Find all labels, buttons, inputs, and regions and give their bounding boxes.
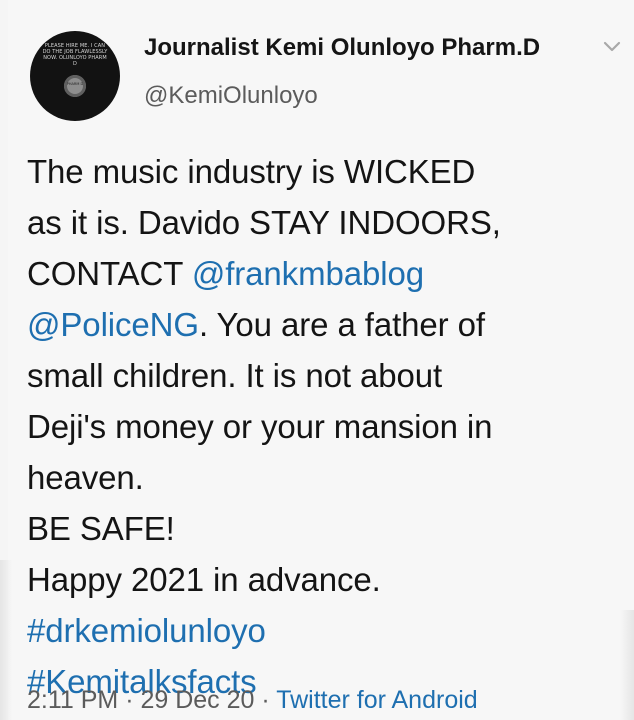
chevron-down-icon[interactable] (601, 36, 623, 58)
tweet-metadata: 2:11 PM · 29 Dec 20 · Twitter for Androi… (27, 686, 478, 715)
author-handle[interactable]: @KemiOlunloyo (144, 82, 318, 110)
right-edge-shadow (620, 610, 634, 720)
tweet-line-9: Happy 2021 in advance. (27, 561, 381, 598)
tweet-line-8: BE SAFE! (27, 510, 175, 547)
author-display-name[interactable]: Journalist Kemi Olunloyo Pharm.D (144, 34, 540, 62)
avatar-seal-text: PHARM D (66, 82, 84, 86)
tweet-source-link[interactable]: Twitter for Android (276, 686, 477, 714)
metadata-separator-2: · (254, 686, 277, 714)
profile-avatar[interactable]: PLEASE HIRE ME. I CAN DO THE JOB FLAWLES… (30, 31, 120, 121)
tweet-line-3-prefix: CONTACT (27, 255, 192, 292)
tweet-line-6: Deji's money or your mansion in (27, 408, 493, 445)
hashtag-drkemiolunloyo[interactable]: #drkemiolunloyo (27, 605, 621, 656)
tweet-date[interactable]: 29 Dec 20 (140, 686, 254, 714)
tweet-line-7: heaven. (27, 459, 144, 496)
tweet-card: PLEASE HIRE ME. I CAN DO THE JOB FLAWLES… (8, 0, 634, 720)
tweet-time[interactable]: 2:11 PM (27, 686, 118, 714)
tweet-line-4: @PoliceNG. You are a father of (27, 299, 621, 350)
left-edge-shadow (0, 560, 12, 720)
metadata-separator-1: · (118, 686, 141, 714)
tweet-line-5: small children. It is not about (27, 357, 443, 394)
tweet-line-1: The music industry is WICKED (27, 153, 476, 190)
avatar-seal: PHARM D (64, 75, 86, 97)
tweet-line-4-suffix: . You are a father of (198, 306, 485, 343)
mention-policeng[interactable]: @PoliceNG (27, 306, 199, 343)
tweet-line-2: as it is. Davido STAY INDOORS, (27, 204, 501, 241)
mention-frankmbablog[interactable]: @frankmbablog (192, 255, 424, 292)
tweet-text: The music industry is WICKED as it is. D… (27, 146, 621, 707)
avatar-caption: PLEASE HIRE ME. I CAN DO THE JOB FLAWLES… (42, 43, 108, 67)
tweet-line-3: CONTACT @frankmbablog (27, 248, 621, 299)
tweet-screenshot: PLEASE HIRE ME. I CAN DO THE JOB FLAWLES… (0, 0, 634, 720)
